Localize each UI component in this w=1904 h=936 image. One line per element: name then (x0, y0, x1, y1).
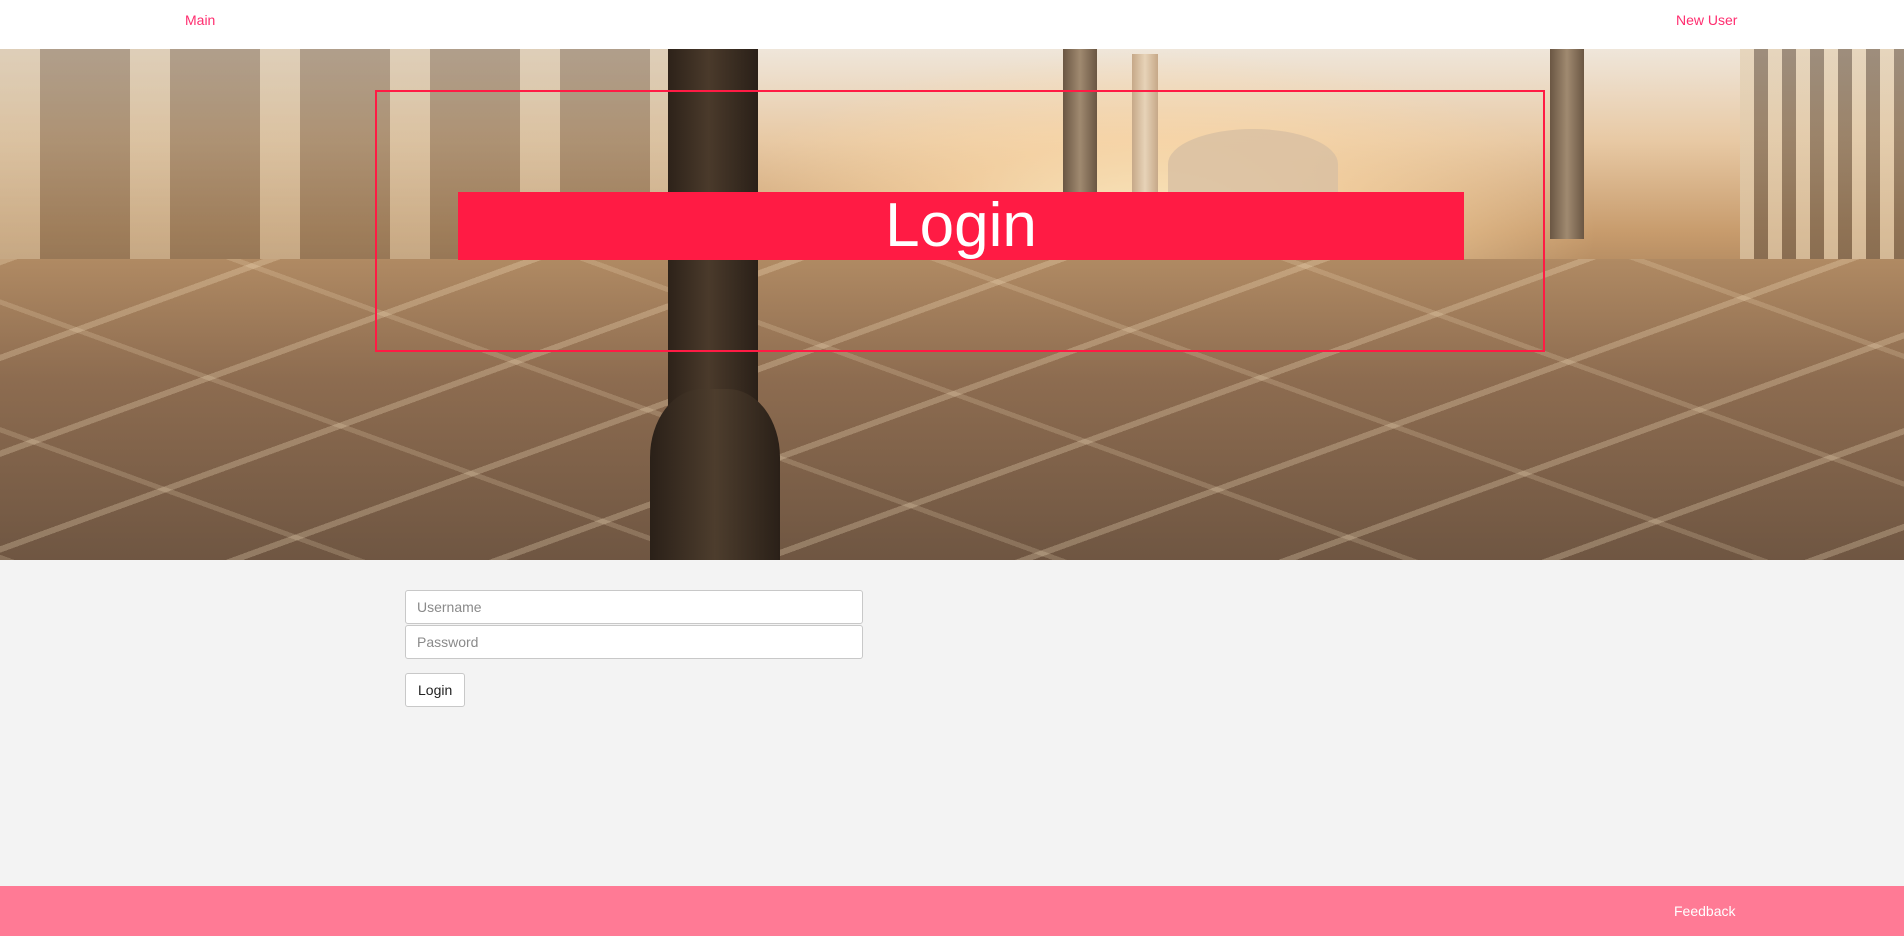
hero-arcade-right (1740, 49, 1904, 279)
nav-link-new-user[interactable]: New User (1676, 12, 1737, 28)
login-form: Login (405, 590, 863, 707)
login-button[interactable]: Login (405, 673, 466, 707)
password-field[interactable] (405, 625, 863, 659)
feedback-link[interactable]: Feedback (1674, 903, 1735, 919)
hero-lamp-post-base (650, 389, 780, 560)
hero-banner-image: Login (0, 49, 1904, 560)
page-title: Login (458, 192, 1464, 260)
top-navigation: Main New User (0, 0, 1904, 49)
footer: Feedback (0, 886, 1904, 936)
hero-column (1550, 49, 1584, 239)
nav-link-main[interactable]: Main (185, 12, 215, 28)
username-field[interactable] (405, 590, 863, 624)
